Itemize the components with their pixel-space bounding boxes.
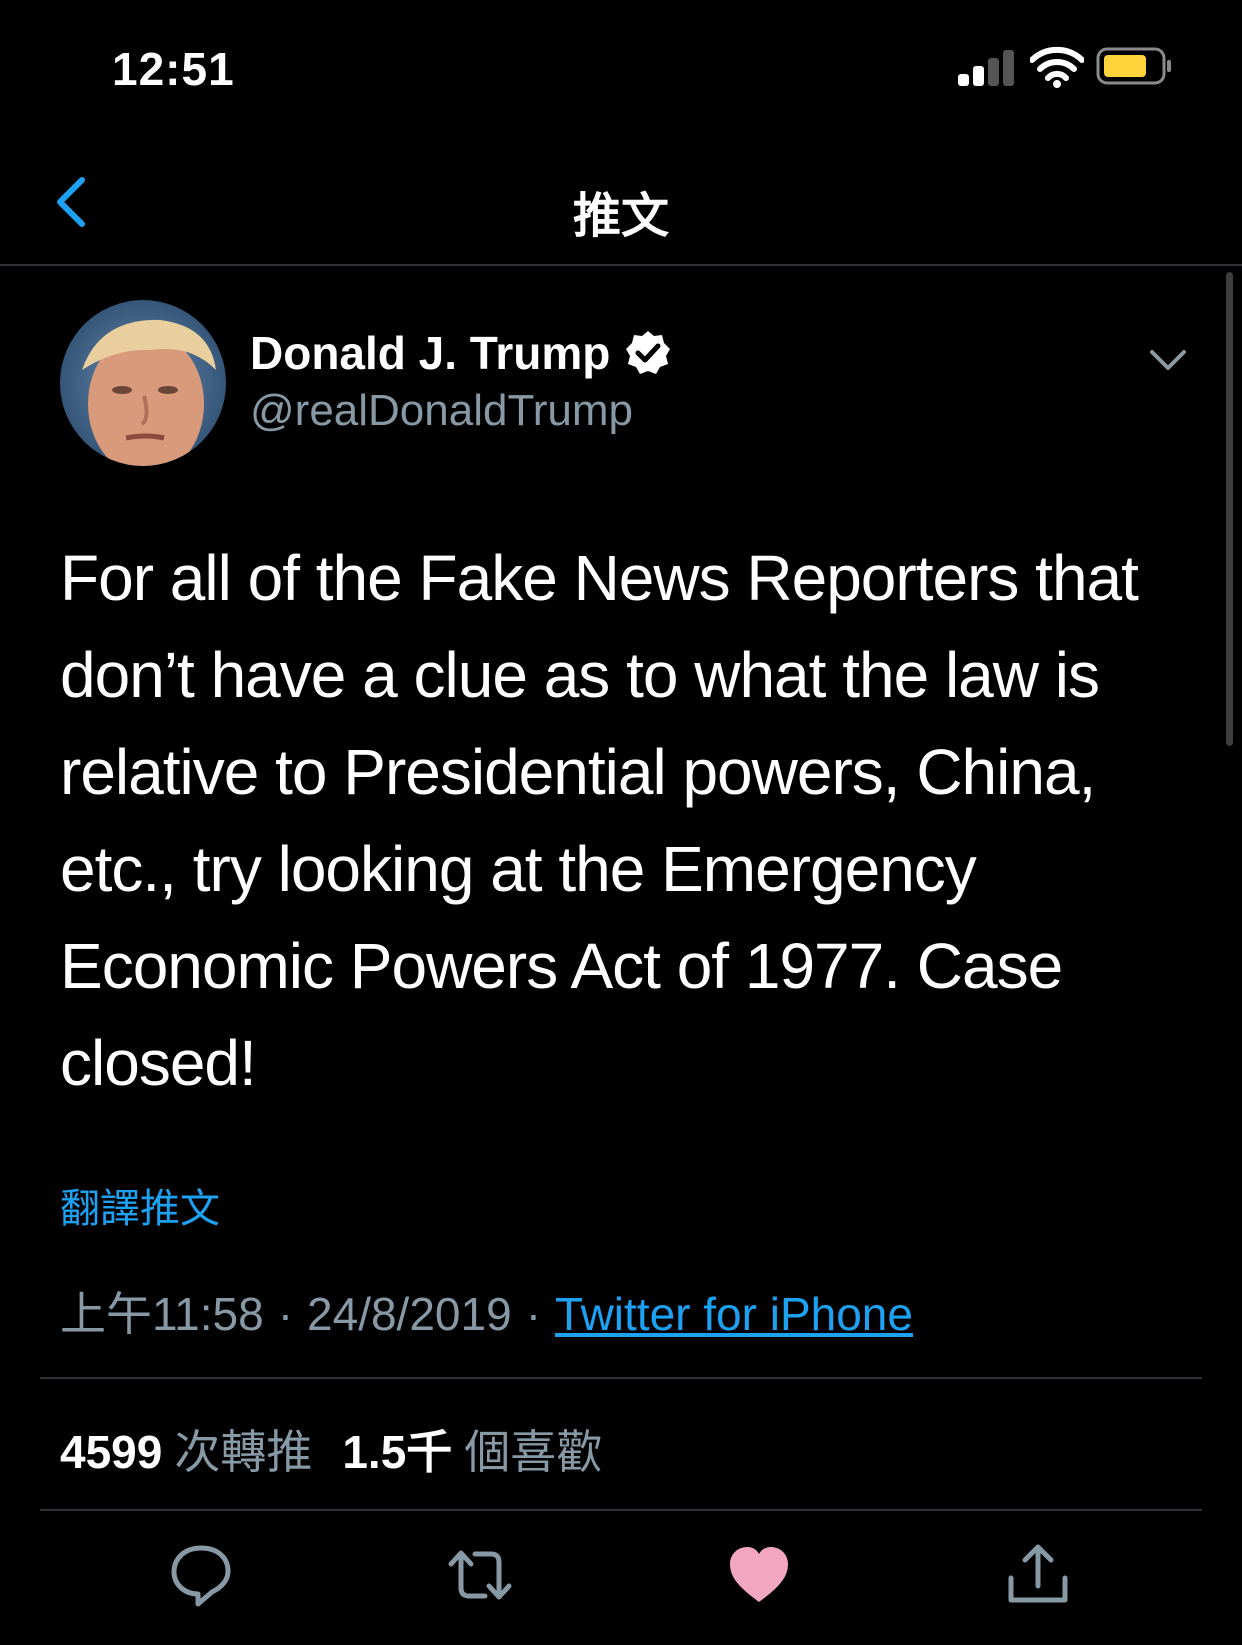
like-label[interactable]: 個喜歡 xyxy=(464,1426,602,1478)
wifi-icon xyxy=(1030,46,1084,88)
retweet-icon[interactable] xyxy=(445,1540,515,1610)
page-title: 推文 xyxy=(572,190,669,243)
reply-icon[interactable] xyxy=(166,1540,236,1610)
retweet-count[interactable]: 4599 xyxy=(60,1426,162,1478)
tweet-time: 上午11:58 xyxy=(60,1288,264,1340)
author-handle[interactable]: @realDonaldTrump xyxy=(250,386,672,436)
tweet-date: 24/8/2019 xyxy=(307,1288,512,1340)
retweet-label[interactable]: 次轉推 xyxy=(174,1426,312,1478)
tweet-stats: 4599 次轉推 1.5千 個喜歡 xyxy=(60,1416,632,1482)
tweet-source-link[interactable]: Twitter for iPhone xyxy=(555,1288,913,1340)
status-bar: 12:51 xyxy=(0,0,1242,140)
tweet-text: For all of the Fake News Reporters that … xyxy=(60,542,1139,1099)
heart-icon[interactable] xyxy=(724,1540,794,1610)
author-block[interactable]: Donald J. Trump @realDonaldTrump xyxy=(250,322,672,436)
status-time: 12:51 xyxy=(112,43,235,95)
battery-icon xyxy=(1096,47,1171,85)
author-name[interactable]: Donald J. Trump xyxy=(250,326,610,380)
meta-separator: · xyxy=(525,1288,542,1340)
divider xyxy=(40,1509,1202,1511)
scrollbar[interactable] xyxy=(1226,272,1233,746)
share-icon[interactable] xyxy=(1003,1540,1073,1610)
avatar[interactable] xyxy=(60,300,226,466)
navigation-bar: 推文 xyxy=(0,140,1242,266)
divider xyxy=(40,1377,1202,1379)
tweet-meta: 上午11:58 · 24/8/2019 · Twitter for iPhone xyxy=(60,1278,913,1344)
action-bar xyxy=(0,1540,1242,1620)
like-count[interactable]: 1.5千 xyxy=(342,1426,452,1478)
chevron-down-icon[interactable] xyxy=(1148,340,1188,380)
translate-tweet-link[interactable]: 翻譯推文 xyxy=(60,1176,220,1234)
verified-badge-icon xyxy=(626,331,671,374)
signal-icon xyxy=(958,50,1014,86)
meta-separator: · xyxy=(277,1288,294,1340)
